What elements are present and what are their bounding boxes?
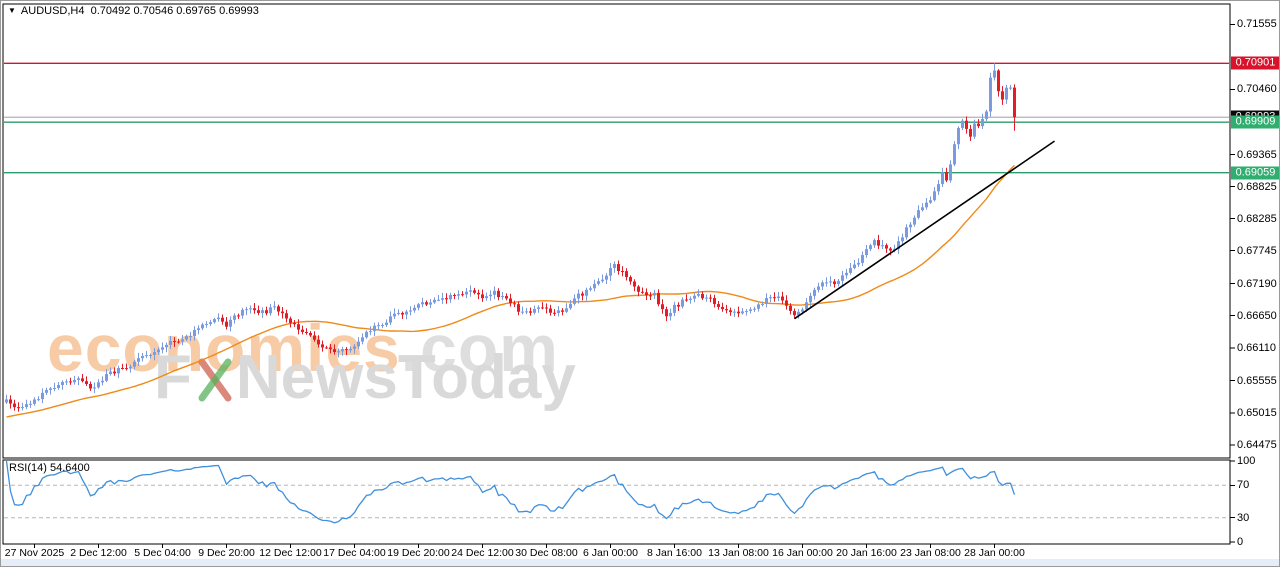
price-marker-label: 0.69059 xyxy=(1231,166,1280,179)
price-tick-label: 0.69365 xyxy=(1237,149,1277,161)
time-tick-label: 17 Dec 04:00 xyxy=(323,547,385,559)
rsi-line[interactable] xyxy=(7,461,1015,523)
time-tick-label: 24 Dec 12:00 xyxy=(451,547,513,559)
price-tick-label: 0.64475 xyxy=(1237,439,1277,451)
time-tick-label: 27 Nov 2025 xyxy=(5,547,65,559)
price-tick-label: 0.65015 xyxy=(1237,407,1277,419)
moving-average-line[interactable] xyxy=(7,165,1015,417)
chart-canvas[interactable] xyxy=(1,1,1280,567)
time-tick-label: 30 Dec 08:00 xyxy=(515,547,577,559)
time-tick-label: 5 Dec 04:00 xyxy=(134,547,191,559)
time-tick-label: 9 Dec 20:00 xyxy=(198,547,255,559)
symbol-period-label: AUDUSD,H4 xyxy=(21,5,85,17)
price-tick-label: 0.68825 xyxy=(1237,181,1277,193)
price-tick-label: 0.71555 xyxy=(1237,18,1277,30)
price-tick-label: 0.67190 xyxy=(1237,278,1277,290)
time-tick-label: 2 Dec 12:00 xyxy=(70,547,127,559)
time-tick-label: 28 Jan 00:00 xyxy=(964,547,1025,559)
time-tick-label: 8 Jan 16:00 xyxy=(647,547,702,559)
price-tick-label: 0.66110 xyxy=(1237,342,1276,354)
rsi-scale-label: 0 xyxy=(1237,536,1243,548)
price-marker-label: 0.70901 xyxy=(1231,57,1280,70)
price-tick-label: 0.67745 xyxy=(1237,245,1277,257)
rsi-indicator-label: RSI(14) 54.6400 xyxy=(9,462,90,474)
time-tick-label: 23 Jan 08:00 xyxy=(900,547,961,559)
ohlc-readout: 0.70492 0.70546 0.69765 0.69993 xyxy=(91,5,259,17)
price-tick-label: 0.65555 xyxy=(1237,375,1277,387)
time-tick-label: 19 Dec 20:00 xyxy=(387,547,449,559)
time-tick-label: 6 Jan 00:00 xyxy=(583,547,638,559)
chart-window: ▼ AUDUSD,H4 0.70492 0.70546 0.69765 0.699… xyxy=(0,0,1280,567)
symbol-legend: ▼ AUDUSD,H4 0.70492 0.70546 0.69765 0.699… xyxy=(8,5,259,17)
trendline[interactable] xyxy=(795,141,1055,319)
price-tick-label: 0.66650 xyxy=(1237,310,1277,322)
window-bottom-strip xyxy=(1,559,1280,567)
price-marker-label: 0.69909 xyxy=(1231,116,1280,129)
time-tick-label: 13 Jan 08:00 xyxy=(708,547,769,559)
rsi-scale-label: 100 xyxy=(1237,455,1255,467)
candles-layer xyxy=(5,63,1016,411)
price-tick-label: 0.70460 xyxy=(1237,83,1277,95)
time-tick-label: 12 Dec 12:00 xyxy=(259,547,321,559)
rsi-scale-label: 30 xyxy=(1237,512,1249,524)
symbol-dropdown-icon[interactable]: ▼ xyxy=(8,6,16,15)
rsi-scale-label: 70 xyxy=(1237,479,1249,491)
time-tick-label: 20 Jan 16:00 xyxy=(836,547,897,559)
price-tick-label: 0.68285 xyxy=(1237,213,1277,225)
time-tick-label: 16 Jan 00:00 xyxy=(772,547,833,559)
